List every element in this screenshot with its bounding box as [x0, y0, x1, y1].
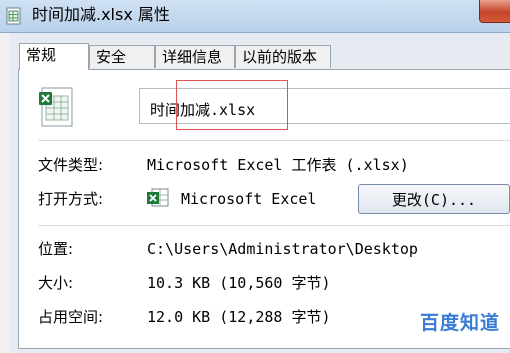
location-label: 位置:: [38, 240, 74, 258]
tab-details[interactable]: 详细信息: [155, 45, 235, 68]
close-button[interactable]: [479, 0, 510, 23]
open-with-label: 打开方式:: [38, 190, 104, 208]
divider: [38, 140, 510, 141]
window-title: 时间加减.xlsx 属性: [32, 5, 170, 24]
excel-file-icon: [6, 7, 22, 25]
baidu-zhidao-watermark: 百度知道: [420, 312, 501, 334]
location-value: C:\Users\Administrator\Desktop: [147, 240, 418, 258]
excel-spreadsheet-icon: [38, 86, 78, 128]
divider: [38, 225, 510, 226]
open-with-value: Microsoft Excel: [181, 190, 317, 208]
file-name-field[interactable]: [139, 88, 510, 124]
tab-security[interactable]: 安全: [89, 45, 155, 68]
change-button[interactable]: 更改(C)...: [358, 184, 510, 214]
size-value: 10.3 KB (10,560 字节): [147, 274, 331, 292]
tab-previous-versions[interactable]: 以前的版本: [235, 45, 331, 68]
file-type-value: Microsoft Excel 工作表 (.xlsx): [147, 156, 409, 174]
size-on-disk-label: 占用空间:: [38, 308, 104, 326]
excel-app-icon: [146, 188, 170, 208]
size-on-disk-value: 12.0 KB (12,288 字节): [147, 308, 331, 326]
tab-general[interactable]: 常规: [19, 43, 89, 70]
file-type-label: 文件类型:: [38, 156, 104, 174]
size-label: 大小:: [38, 274, 74, 292]
title-bar: 时间加减.xlsx 属性: [0, 0, 510, 33]
